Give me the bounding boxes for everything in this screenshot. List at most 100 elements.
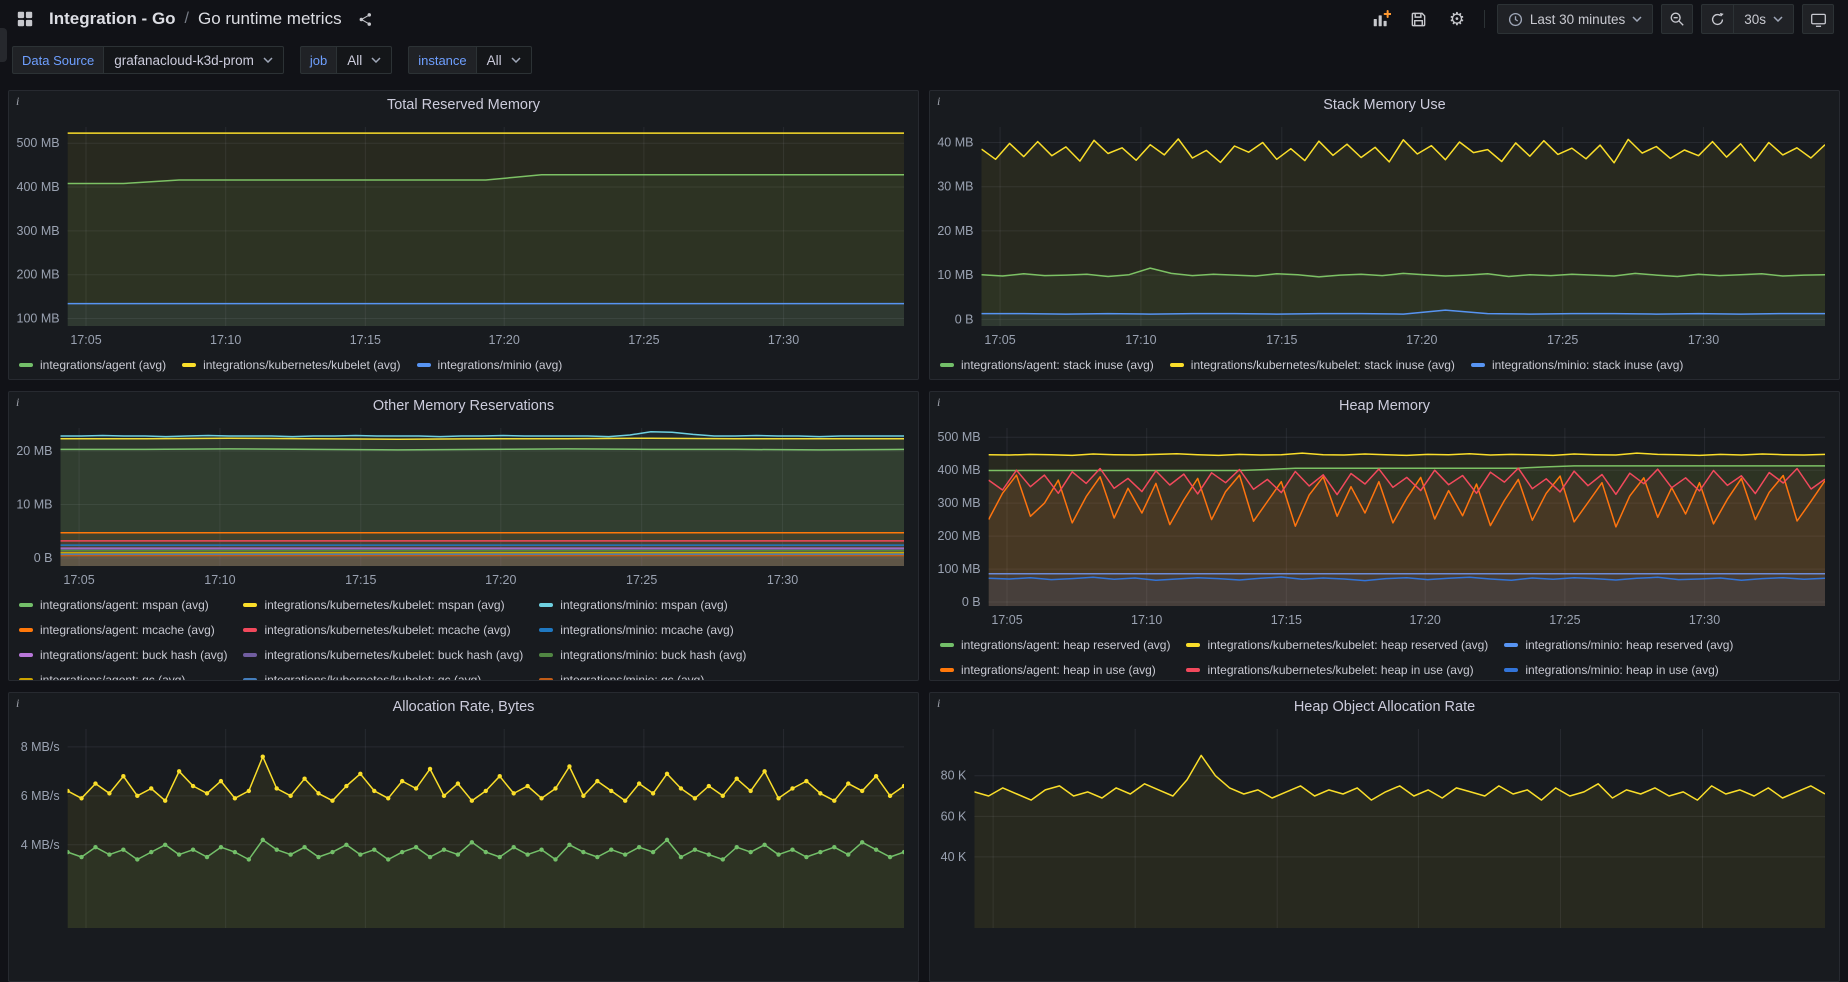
legend-item[interactable]: integrations/minio: mspan (avg) (539, 592, 746, 617)
sidebar-toggle[interactable] (0, 28, 7, 62)
series-line (60, 430, 904, 438)
refresh-interval-picker[interactable]: 30s (1733, 4, 1794, 34)
panel-header[interactable]: i Heap Memory (930, 392, 1839, 420)
info-icon[interactable]: i (937, 95, 940, 107)
x-axis-label: 17:20 (489, 333, 520, 347)
chevron-down-icon (371, 57, 381, 63)
legend-item[interactable]: integrations/kubernetes/kubelet (avg) (182, 352, 401, 377)
panel-header[interactable]: i Allocation Rate, Bytes (9, 693, 918, 721)
panel-title[interactable]: Heap Memory (1339, 398, 1430, 414)
dashboard-settings-button[interactable]: ⚙ (1442, 4, 1472, 34)
legend-item[interactable]: integrations/agent (avg) (19, 352, 166, 377)
legend-marker (19, 362, 33, 367)
info-icon[interactable]: i (16, 697, 19, 709)
info-icon[interactable]: i (937, 396, 940, 408)
x-axis-label: 17:15 (1266, 333, 1297, 347)
legend-item[interactable]: integrations/agent: mcache (avg) (19, 617, 227, 642)
legend-item[interactable]: integrations/kubernetes/kubelet: gc (avg… (243, 667, 523, 680)
variable-job: job All (299, 46, 393, 74)
panel-title[interactable]: Other Memory Reservations (373, 398, 554, 414)
x-axis-label: 17:05 (63, 573, 94, 587)
panel-header[interactable]: i Other Memory Reservations (9, 392, 918, 420)
legend-item[interactable]: integrations/agent: heap in use (avg) (940, 657, 1170, 680)
series-point (846, 852, 851, 857)
panel-header[interactable]: i Stack Memory Use (930, 91, 1839, 119)
panel-header[interactable]: i Heap Object Allocation Rate (930, 693, 1839, 721)
y-axis-label: 6 MB/s (21, 789, 60, 803)
series-point (274, 786, 279, 791)
legend-marker (19, 627, 33, 632)
add-panel-button[interactable] (1366, 4, 1396, 34)
panel-title[interactable]: Heap Object Allocation Rate (1294, 699, 1475, 715)
series-point (567, 842, 572, 847)
legend-marker (940, 667, 954, 672)
series-point (441, 847, 447, 852)
gear-icon: ⚙ (1448, 9, 1465, 29)
info-icon[interactable]: i (937, 697, 940, 709)
legend-label: integrations/kubernetes/kubelet: stack i… (1190, 357, 1455, 372)
series-point (316, 854, 321, 860)
dashboard-folder-title[interactable]: Integration - Go (49, 9, 176, 29)
legend-label: integrations/agent: stack inuse (avg) (961, 357, 1154, 372)
panel-header[interactable]: i Total Reserved Memory (9, 91, 918, 119)
info-icon[interactable]: i (16, 396, 19, 408)
save-dashboard-button[interactable] (1404, 4, 1434, 34)
x-axis-label: 17:15 (1271, 613, 1302, 627)
datasource-value[interactable]: grafanacloud-k3d-prom (103, 46, 284, 74)
panel-title[interactable]: Allocation Rate, Bytes (393, 699, 535, 715)
series-point (204, 854, 210, 860)
x-axis-label: 17:05 (70, 333, 101, 347)
series-point (720, 857, 725, 862)
legend-item[interactable]: integrations/minio: heap in use (avg) (1504, 657, 1733, 680)
panel-heap-memory: i Heap Memory 17:05 17:10 17:15 17:20 17:25 17:… (929, 391, 1840, 681)
legend-item[interactable]: integrations/kubernetes/kubelet: stack i… (1169, 352, 1455, 377)
series-point (664, 771, 670, 776)
legend-item[interactable]: integrations/agent: gc (avg) (19, 667, 227, 680)
legend-item[interactable]: integrations/kubernetes/kubelet: heap re… (1186, 632, 1488, 657)
x-axis-label: 17:20 (485, 573, 516, 587)
variable-instance-value[interactable]: All (475, 46, 532, 74)
legend-item[interactable]: integrations/agent: heap reserved (avg) (940, 632, 1170, 657)
refresh-button[interactable] (1701, 4, 1734, 34)
series-point (734, 776, 739, 781)
time-series-plot[interactable]: 4 MB/s 6 MB/s 8 MB/s (9, 721, 918, 952)
legend-marker (243, 677, 258, 680)
x-axis-label: 17:20 (1406, 333, 1437, 347)
legend-item[interactable]: integrations/kubernetes/kubelet: mspan (… (243, 592, 523, 617)
series-point (162, 842, 168, 847)
legend-item[interactable]: integrations/agent: stack inuse (avg) (940, 352, 1154, 377)
series-point (93, 781, 98, 786)
series-point (832, 845, 837, 850)
legend-item[interactable]: integrations/agent: mspan (avg) (19, 592, 227, 617)
share-icon[interactable] (351, 4, 381, 34)
legend-item[interactable]: integrations/kubernetes/kubelet: buck ha… (243, 642, 523, 667)
legend-item[interactable]: integrations/kubernetes/kubelet: mcache … (243, 617, 523, 642)
legend-item[interactable]: integrations/kubernetes/kubelet: heap in… (1186, 657, 1488, 680)
time-series-plot[interactable]: 17:05 17:10 17:15 17:20 17:25 17:30 0 B 10 MB 20… (9, 420, 918, 590)
legend-item[interactable]: integrations/minio: buck hash (avg) (539, 642, 746, 667)
tv-mode-button[interactable] (1802, 4, 1834, 34)
series-fill (67, 133, 905, 326)
time-series-plot[interactable]: 17:05 17:10 17:15 17:20 17:25 17:30 0 B 10 MB 20… (930, 119, 1839, 350)
dashboard-title[interactable]: Go runtime metrics (198, 9, 342, 29)
panel-title[interactable]: Total Reserved Memory (387, 97, 540, 113)
series-point (595, 854, 600, 860)
legend-item[interactable]: integrations/minio: gc (avg) (539, 667, 746, 680)
legend-item[interactable]: integrations/minio: heap reserved (avg) (1504, 632, 1733, 657)
time-range-picker[interactable]: Last 30 minutes (1496, 4, 1654, 34)
series-point (79, 796, 84, 801)
legend-item[interactable]: integrations/minio: stack inuse (avg) (1470, 352, 1683, 377)
info-icon[interactable]: i (16, 95, 19, 107)
panel-title[interactable]: Stack Memory Use (1323, 97, 1445, 113)
zoom-out-time-button[interactable] (1661, 4, 1694, 34)
legend-item[interactable]: integrations/minio (avg) (416, 352, 562, 377)
time-series-plot[interactable]: 40 K 60 K 80 K (930, 721, 1839, 952)
time-series-plot[interactable]: 17:05 17:10 17:15 17:20 17:25 17:30 0 B 100 MB 2… (930, 420, 1839, 630)
time-series-plot[interactable]: 17:05 17:10 17:15 17:20 17:25 17:30 100 MB 200 … (9, 119, 918, 350)
variable-job-value[interactable]: All (336, 46, 393, 74)
legend-item[interactable]: integrations/agent: buck hash (avg) (19, 642, 227, 667)
legend-item[interactable]: integrations/minio: mcache (avg) (539, 617, 746, 642)
zoom-out-icon (1670, 12, 1684, 26)
apps-grid-icon[interactable] (10, 4, 40, 34)
series-point (804, 778, 809, 784)
